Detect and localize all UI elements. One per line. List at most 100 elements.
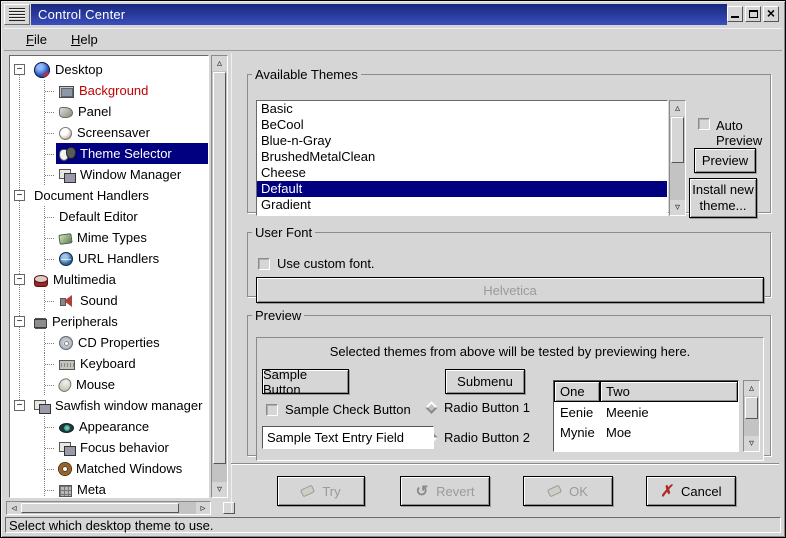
menu-help[interactable]: Help — [71, 32, 98, 47]
revert-button[interactable]: ↺ Revert — [400, 476, 490, 506]
maximize-icon — [749, 10, 758, 18]
tree-item-theme-selector[interactable]: Theme Selector — [10, 143, 208, 164]
tree-item-multimedia[interactable]: − Multimedia — [10, 269, 208, 290]
actions-separator — [231, 463, 779, 465]
window-title: Control Center — [38, 7, 125, 22]
tree-guide — [44, 332, 56, 353]
tree-scrollbar-thumb[interactable] — [213, 72, 226, 464]
tree-guide — [44, 101, 56, 122]
table-row[interactable]: Eenie Meenie — [554, 402, 738, 422]
tree-item-default-editor[interactable]: Default Editor — [10, 206, 208, 227]
scroll-up-icon[interactable]: ▵ — [744, 381, 759, 396]
install-new-theme-button[interactable]: Install new theme... — [689, 178, 757, 218]
table-row[interactable]: Mynie Moe — [554, 422, 738, 442]
theme-item-default[interactable]: Default — [257, 181, 667, 197]
sample-checkbox-label: Sample Check Button — [285, 402, 411, 417]
scroll-left-icon[interactable]: ◃ — [7, 502, 21, 514]
tree-guide — [44, 248, 56, 269]
theme-item-blue-n-gray[interactable]: Blue-n-Gray — [257, 133, 667, 149]
use-custom-font-checkbox[interactable] — [258, 258, 270, 270]
collapse-expander-icon[interactable]: − — [14, 274, 25, 285]
tree-item-sawfish[interactable]: − Sawfish window manager — [10, 395, 208, 416]
try-icon — [300, 485, 315, 498]
titlebar[interactable]: Control Center — [31, 4, 727, 25]
theme-item-brushedmetalclean[interactable]: BrushedMetalClean — [257, 149, 667, 165]
tree-item-url-handlers[interactable]: URL Handlers — [10, 248, 208, 269]
sample-table[interactable]: One Two Eenie Meenie Mynie Moe — [553, 380, 739, 452]
tree-hscrollbar-thumb[interactable] — [21, 503, 179, 513]
tree-item-peripherals[interactable]: − Peripherals — [10, 311, 208, 332]
eye-icon — [59, 423, 74, 433]
scroll-down-icon[interactable]: ▿ — [744, 436, 759, 451]
tree-item-sound[interactable]: Sound — [10, 290, 208, 311]
sample-text-entry[interactable] — [262, 426, 434, 449]
table-scrollbar-thumb[interactable] — [745, 397, 758, 419]
radio-button-1[interactable] — [425, 401, 438, 414]
window-menu-button[interactable] — [4, 4, 30, 25]
theme-item-basic[interactable]: Basic — [257, 101, 667, 117]
tree-vertical-scrollbar[interactable]: ▵ ▿ — [211, 55, 228, 498]
chip-icon — [34, 319, 47, 328]
theme-list[interactable]: Basic BeCool Blue-n-Gray BrushedMetalCle… — [256, 100, 668, 216]
close-button[interactable]: × — [763, 6, 779, 22]
tree-item-meta[interactable]: Meta — [10, 479, 208, 498]
preview-button[interactable]: Preview — [694, 148, 756, 173]
submenu-button[interactable]: Submenu — [445, 369, 525, 394]
maximize-button[interactable] — [745, 6, 761, 22]
scroll-down-icon[interactable]: ▿ — [212, 482, 227, 497]
sample-checkbox[interactable] — [266, 404, 278, 416]
tree-item-keyboard[interactable]: Keyboard — [10, 353, 208, 374]
menu-file[interactable]: File — [26, 32, 47, 47]
table-header-one[interactable]: One — [554, 381, 600, 402]
table-header-two[interactable]: Two — [600, 381, 738, 402]
tree-guide — [44, 227, 56, 248]
ok-button[interactable]: OK — [523, 476, 613, 506]
tree-item-panel[interactable]: Panel — [10, 101, 208, 122]
cancel-icon: ✗ — [660, 483, 674, 499]
theme-list-scrollbar[interactable]: ▵ ▿ — [669, 100, 686, 216]
collapse-expander-icon[interactable]: − — [14, 316, 25, 327]
scroll-up-icon[interactable]: ▵ — [212, 56, 227, 71]
window-menu-icon — [9, 8, 25, 21]
minimize-button[interactable] — [727, 6, 743, 22]
tree-item-document-handlers[interactable]: − Document Handlers — [10, 185, 208, 206]
tree-item-mouse[interactable]: Mouse — [10, 374, 208, 395]
sample-table-scrollbar[interactable]: ▵ ▿ — [743, 380, 760, 452]
screensaver-icon — [59, 127, 72, 140]
collapse-expander-icon[interactable]: − — [14, 400, 25, 411]
theme-item-becool[interactable]: BeCool — [257, 117, 667, 133]
scroll-down-icon[interactable]: ▿ — [670, 200, 685, 215]
auto-preview-label: Auto Preview — [716, 118, 770, 148]
tree-item-background[interactable]: Background — [10, 80, 208, 101]
tree-item-desktop[interactable]: − Desktop — [10, 59, 208, 80]
status-text: Select which desktop theme to use. — [9, 518, 214, 533]
scroll-up-icon[interactable]: ▵ — [670, 101, 685, 116]
try-button[interactable]: Try — [277, 476, 365, 506]
theme-item-gradient[interactable]: Gradient — [257, 197, 667, 213]
theme-item-cheese[interactable]: Cheese — [257, 165, 667, 181]
available-themes-label: Available Themes — [252, 67, 361, 82]
theme-scrollbar-thumb[interactable] — [671, 117, 684, 163]
font-picker-button[interactable]: Helvetica — [256, 277, 764, 303]
theme-masks-icon — [59, 146, 75, 162]
cancel-button[interactable]: ✗ Cancel — [646, 476, 736, 506]
auto-preview-checkbox[interactable] — [698, 118, 710, 130]
sample-button[interactable]: Sample Button — [262, 369, 349, 394]
tree-item-screensaver[interactable]: Screensaver — [10, 122, 208, 143]
tree-item-mime-types[interactable]: Mime Types — [10, 227, 208, 248]
tree-horizontal-scrollbar[interactable]: ◃ ▹ — [6, 501, 211, 515]
tree-item-window-manager[interactable]: Window Manager — [10, 164, 208, 185]
keyboard-icon — [59, 360, 75, 370]
ok-icon — [547, 485, 562, 498]
tree-item-appearance[interactable]: Appearance — [10, 416, 208, 437]
tree-guide — [44, 458, 56, 479]
tree-item-matched-windows[interactable]: Matched Windows — [10, 458, 208, 479]
scroll-right-icon[interactable]: ▹ — [196, 502, 210, 514]
preview-group: Preview Selected themes from above will … — [247, 308, 771, 456]
collapse-expander-icon[interactable]: − — [14, 64, 25, 75]
tree-guide — [44, 290, 56, 311]
collapse-expander-icon[interactable]: − — [14, 190, 25, 201]
tree-item-cd-properties[interactable]: CD Properties — [10, 332, 208, 353]
tree-item-focus-behavior[interactable]: Focus behavior — [10, 437, 208, 458]
windows-icon — [34, 398, 50, 414]
